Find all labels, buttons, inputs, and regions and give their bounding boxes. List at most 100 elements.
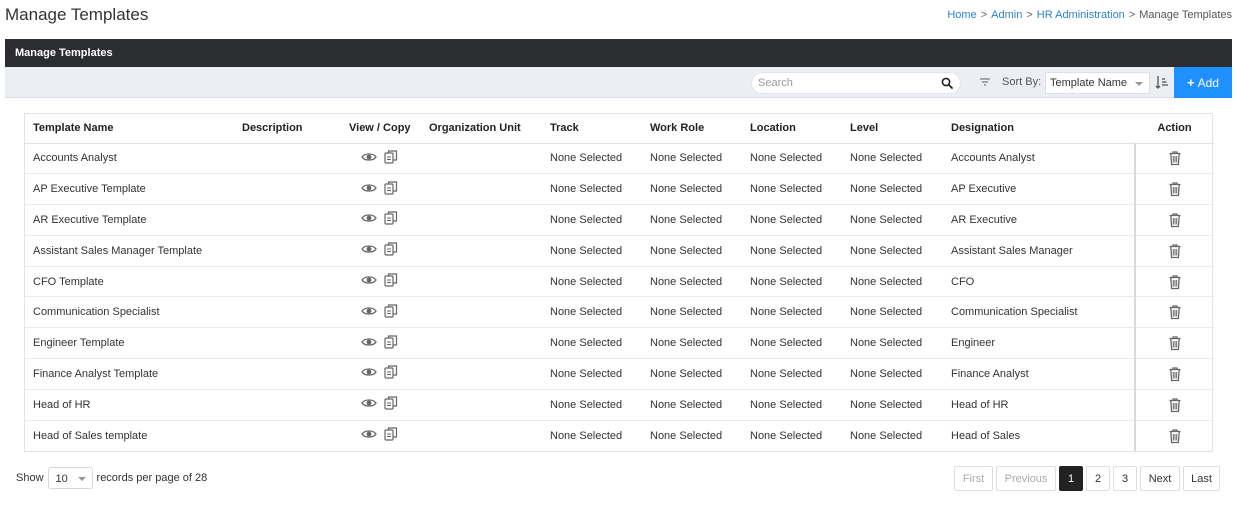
cell-organization-unit	[421, 420, 542, 451]
cell-action	[1134, 143, 1214, 175]
search-box	[751, 72, 961, 94]
copy-icon[interactable]	[383, 149, 399, 165]
copy-icon[interactable]	[383, 272, 399, 288]
sort-by-select[interactable]: Template Name	[1045, 72, 1150, 94]
table-row: Finance Analyst Template None Selected Non…	[25, 358, 1214, 390]
copy-icon[interactable]	[383, 303, 399, 319]
eye-icon[interactable]	[361, 210, 377, 226]
trash-icon[interactable]	[1167, 212, 1183, 228]
cell-description	[234, 235, 341, 267]
column-header-template-name[interactable]: Template Name	[25, 114, 234, 144]
cell-track: None Selected	[542, 173, 642, 206]
column-header-work-role[interactable]: Work Role	[642, 114, 742, 144]
table-row: Engineer Template None Selected None Selec…	[25, 327, 1214, 360]
copy-icon[interactable]	[383, 241, 399, 257]
copy-icon[interactable]	[383, 364, 399, 380]
cell-work-role: None Selected	[642, 266, 742, 298]
column-header-designation[interactable]: Designation	[943, 114, 1135, 144]
cell-location: None Selected	[742, 266, 842, 298]
cell-view-copy	[341, 327, 421, 360]
cell-template-name[interactable]: Accounts Analyst	[25, 143, 234, 175]
breadcrumb-hr-administration[interactable]: HR Administration	[1037, 9, 1125, 21]
trash-icon[interactable]	[1167, 274, 1183, 290]
page-size-value: 10	[55, 473, 68, 485]
cell-template-name[interactable]: AR Executive Template	[25, 204, 234, 236]
content-area: Template Name Description View / Copy Or…	[5, 98, 1232, 512]
eye-icon[interactable]	[361, 272, 377, 288]
trash-icon[interactable]	[1167, 181, 1183, 197]
cell-level: None Selected	[842, 235, 943, 267]
trash-icon[interactable]	[1167, 335, 1183, 351]
cell-designation: AP Executive	[943, 173, 1135, 206]
filter-icon[interactable]	[979, 76, 991, 88]
page-size-select[interactable]: 10	[47, 467, 93, 489]
trash-icon[interactable]	[1167, 366, 1183, 382]
cell-template-name[interactable]: CFO Template	[25, 266, 234, 298]
column-header-track[interactable]: Track	[542, 114, 642, 144]
pagination-last-button[interactable]: Last	[1183, 466, 1220, 491]
cell-work-role: None Selected	[642, 358, 742, 390]
cell-template-name[interactable]: Finance Analyst Template	[25, 358, 234, 390]
cell-template-name[interactable]: Assistant Sales Manager Template	[25, 235, 234, 267]
copy-icon[interactable]	[383, 395, 399, 411]
cell-view-copy	[341, 204, 421, 236]
sort-order-icon[interactable]	[1155, 75, 1169, 89]
copy-icon[interactable]	[383, 426, 399, 442]
eye-icon[interactable]	[361, 395, 377, 411]
pagination-page-1[interactable]: 1	[1059, 466, 1083, 491]
cell-organization-unit	[421, 204, 542, 236]
cell-description	[234, 204, 341, 236]
cell-organization-unit	[421, 389, 542, 421]
cell-location: None Selected	[742, 389, 842, 421]
pagination-first-button[interactable]: First	[954, 466, 993, 491]
eye-icon[interactable]	[361, 149, 377, 165]
cell-work-role: None Selected	[642, 173, 742, 206]
column-header-organization-unit[interactable]: Organization Unit	[421, 114, 542, 144]
breadcrumb-current: Manage Templates	[1139, 9, 1232, 21]
cell-work-role: None Selected	[650, 429, 723, 442]
copy-icon[interactable]	[383, 180, 399, 196]
cell-location: None Selected	[742, 204, 842, 236]
cell-location: None Selected	[742, 327, 842, 360]
add-template-button[interactable]: + Add	[1174, 67, 1232, 98]
cell-action	[1134, 358, 1214, 390]
column-header-action: Action	[1135, 114, 1214, 144]
eye-icon[interactable]	[361, 334, 377, 350]
cell-description	[234, 389, 341, 421]
column-header-description[interactable]: Description	[234, 114, 341, 144]
trash-icon[interactable]	[1167, 243, 1183, 259]
column-header-level[interactable]: Level	[842, 114, 943, 144]
cell-template-name[interactable]: Head of HR	[25, 389, 234, 421]
cell-view-copy	[341, 235, 421, 267]
cell-designation: Engineer	[943, 327, 1135, 360]
pagination-next-button[interactable]: Next	[1140, 466, 1180, 491]
trash-icon[interactable]	[1167, 428, 1183, 444]
breadcrumb-home[interactable]: Home	[947, 9, 976, 21]
chevron-down-icon	[1135, 82, 1143, 86]
cell-template-name[interactable]: Head of Sales template	[25, 420, 234, 451]
trash-icon[interactable]	[1167, 397, 1183, 413]
cell-location: None Selected	[742, 358, 842, 390]
eye-icon[interactable]	[361, 303, 377, 319]
cell-organization-unit	[421, 173, 542, 206]
trash-icon[interactable]	[1167, 304, 1183, 320]
show-label: Show	[16, 472, 44, 484]
trash-icon[interactable]	[1167, 150, 1183, 166]
add-button-label: Add	[1197, 75, 1219, 90]
pagination-page-3[interactable]: 3	[1113, 466, 1137, 491]
copy-icon[interactable]	[383, 210, 399, 226]
eye-icon[interactable]	[361, 364, 377, 380]
breadcrumb-admin[interactable]: Admin	[991, 9, 1022, 21]
search-input[interactable]	[752, 73, 932, 93]
column-header-location[interactable]: Location	[742, 114, 842, 144]
copy-icon[interactable]	[383, 334, 399, 350]
eye-icon[interactable]	[361, 426, 377, 442]
cell-template-name[interactable]: Engineer Template	[25, 327, 234, 360]
pagination-previous-button[interactable]: Previous	[996, 466, 1056, 491]
eye-icon[interactable]	[361, 241, 377, 257]
cell-template-name[interactable]: Communication Specialist	[25, 296, 234, 329]
cell-template-name[interactable]: AP Executive Template	[25, 173, 234, 206]
search-icon[interactable]	[941, 77, 953, 89]
pagination-page-2[interactable]: 2	[1086, 466, 1110, 491]
eye-icon[interactable]	[361, 180, 377, 196]
